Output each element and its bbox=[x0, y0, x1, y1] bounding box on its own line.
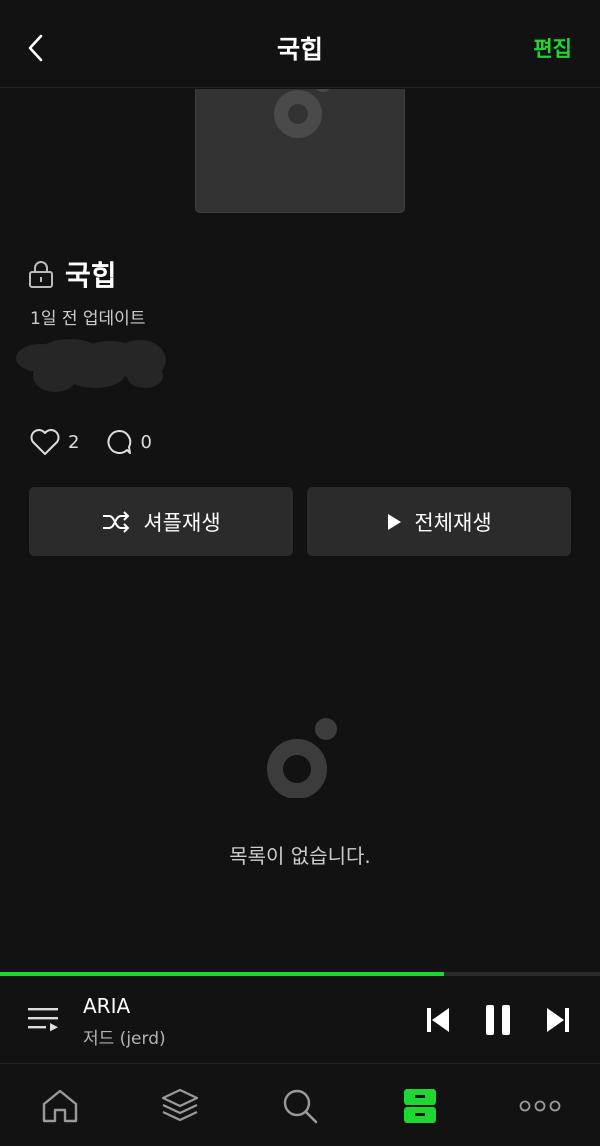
previous-track-button[interactable] bbox=[418, 1000, 458, 1040]
mini-player[interactable]: ARIA 저드 (jerd) bbox=[0, 976, 600, 1064]
top-bar: 국힙 편집 bbox=[0, 0, 600, 88]
pause-button[interactable] bbox=[478, 1000, 518, 1040]
heart-icon bbox=[30, 429, 60, 455]
bottom-navigation bbox=[0, 1065, 600, 1146]
track-artist: 저드 (jerd) bbox=[83, 1029, 166, 1049]
playlist-cover bbox=[195, 89, 405, 213]
comment-icon bbox=[107, 429, 132, 454]
playlist-stats: 2 0 bbox=[29, 425, 178, 459]
playlist-title-row: 국힙 bbox=[28, 254, 117, 294]
nav-home[interactable] bbox=[0, 1065, 120, 1146]
skip-next-icon bbox=[547, 1008, 569, 1032]
play-all-label: 전체재생 bbox=[414, 510, 492, 535]
search-icon bbox=[283, 1089, 318, 1123]
layers-icon bbox=[161, 1088, 199, 1121]
playlist-title: 국힙 bbox=[65, 259, 117, 292]
like-button[interactable]: 2 bbox=[29, 428, 79, 456]
like-count: 2 bbox=[68, 431, 80, 453]
comment-button[interactable]: 0 bbox=[105, 428, 152, 456]
updated-timestamp: 1일 전 업데이트 bbox=[30, 309, 146, 329]
empty-state-message: 목록이 없습니다. bbox=[229, 844, 371, 868]
redacted-scribble bbox=[16, 339, 166, 392]
play-all-button[interactable]: 전체재생 bbox=[307, 487, 571, 556]
nav-more[interactable] bbox=[480, 1065, 600, 1146]
pause-icon bbox=[486, 1005, 510, 1035]
more-icon bbox=[519, 1100, 561, 1111]
nav-library[interactable] bbox=[360, 1065, 480, 1146]
nav-search[interactable] bbox=[240, 1065, 360, 1146]
comment-count: 0 bbox=[140, 431, 152, 453]
empty-state-logo-icon bbox=[267, 718, 337, 798]
next-track-button[interactable] bbox=[538, 1000, 578, 1040]
play-icon bbox=[388, 513, 402, 530]
queue-list-icon[interactable] bbox=[26, 1004, 62, 1036]
library-icon bbox=[404, 1088, 436, 1123]
edit-button[interactable]: 편집 bbox=[533, 33, 572, 63]
shuffle-play-label: 셔플재생 bbox=[143, 510, 221, 535]
nav-explore[interactable] bbox=[120, 1065, 240, 1146]
page-title: 국힙 bbox=[276, 35, 323, 64]
track-title: ARIA bbox=[83, 994, 131, 1018]
placeholder-logo-icon bbox=[274, 89, 330, 138]
shuffle-icon bbox=[103, 510, 130, 533]
home-icon bbox=[42, 1089, 78, 1122]
skip-previous-icon bbox=[427, 1008, 449, 1032]
lock-icon bbox=[29, 261, 53, 288]
shuffle-play-button[interactable]: 셔플재생 bbox=[29, 487, 293, 556]
